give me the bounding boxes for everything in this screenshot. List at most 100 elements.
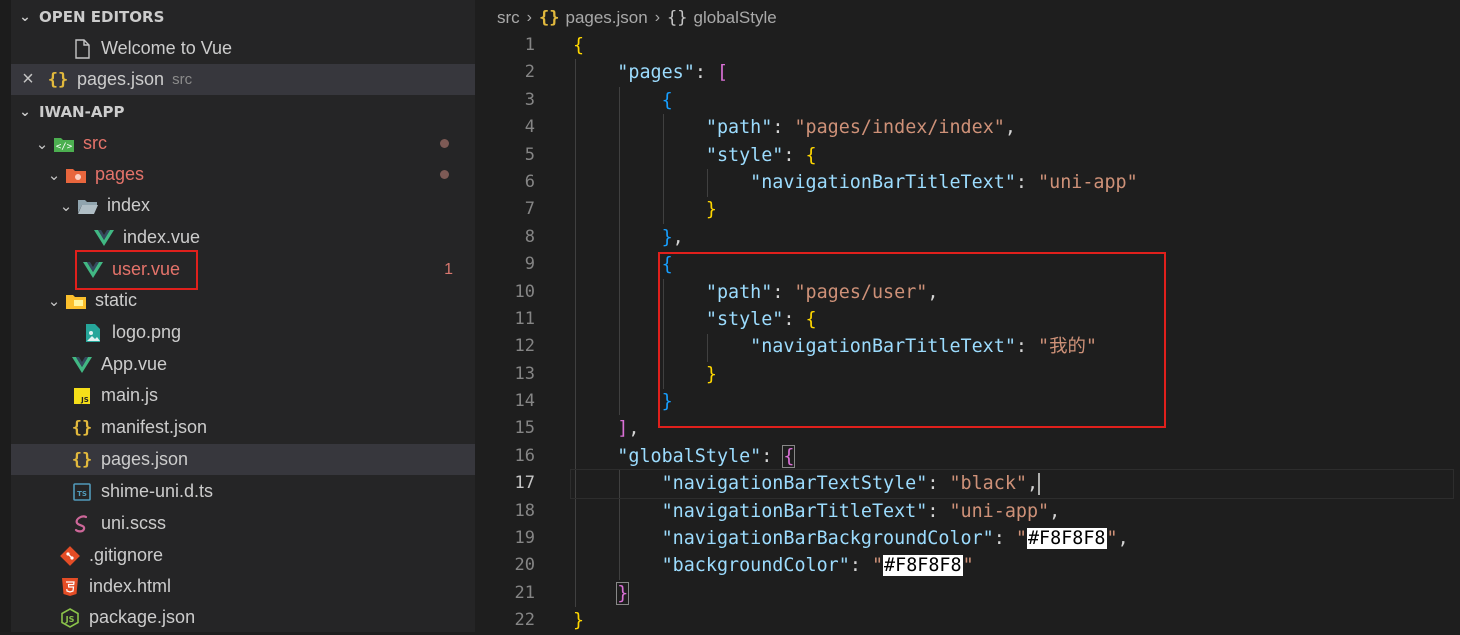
tree-label: main.js	[101, 385, 159, 405]
modified-dot	[440, 170, 449, 179]
svg-text:JS: JS	[80, 396, 89, 404]
folder-open-icon	[75, 195, 101, 217]
color-value-highlight: #F8F8F8	[1026, 528, 1107, 550]
json-icon: {}	[71, 449, 93, 470]
tree-label: package.json	[89, 607, 196, 627]
line-number: 4	[524, 117, 535, 138]
chevron-down-icon: ⌄	[19, 104, 31, 120]
vue-icon	[91, 227, 117, 249]
line-number: 15	[514, 418, 535, 439]
code-line-current: "navigationBarTextStyle": "black",	[570, 469, 1454, 499]
line-number: 22	[514, 610, 535, 631]
code-lines[interactable]: { "pages": [ { "path": "pages/index/inde…	[570, 32, 1460, 635]
json-key: "path"	[705, 117, 773, 139]
tree-label: src	[83, 133, 107, 153]
modified-dot	[440, 139, 449, 148]
breadcrumb-item[interactable]: globalStyle	[694, 8, 777, 28]
json-key: "navigationBarTextStyle"	[661, 473, 928, 495]
tree-label: index.html	[89, 576, 172, 596]
json-value: "pages/user"	[794, 281, 928, 303]
tree-label: logo.png	[112, 322, 182, 342]
code-line: ],	[617, 418, 640, 440]
tree-item-main-js[interactable]: JS main.js	[11, 380, 475, 411]
tree-label: uni.scss	[101, 513, 167, 533]
problem-count-badge: 1	[444, 260, 453, 278]
code-line: "style": {	[705, 144, 817, 166]
json-value: "uni-app"	[1038, 171, 1138, 193]
code-line: "navigationBarTitleText": "uni-app"	[750, 171, 1138, 193]
close-icon[interactable]: ×	[11, 68, 45, 91]
tree-item-logo-png[interactable]: logo.png	[11, 317, 475, 348]
code-line: }	[705, 363, 717, 385]
json-key: "navigationBarTitleText"	[661, 500, 928, 522]
tree-item-uni-scss[interactable]: uni.scss	[11, 508, 475, 539]
javascript-icon: JS	[69, 385, 95, 407]
line-number: 11	[514, 308, 535, 329]
open-editor-pages-json[interactable]: × {} pages.json src	[11, 64, 475, 95]
breadcrumb: src › {} pages.json › {} globalStyle	[497, 6, 777, 30]
vue-icon	[80, 259, 106, 281]
chevron-down-icon: ⌄	[47, 292, 61, 310]
folder-src-icon: </>	[51, 133, 77, 155]
code-line: "path": "pages/user",	[705, 281, 939, 303]
tree-item-src[interactable]: ⌄ </> src	[11, 128, 475, 159]
tree-label: pages	[95, 164, 145, 184]
json-key: "backgroundColor"	[661, 555, 850, 577]
tree-item-index-html[interactable]: index.html	[11, 571, 475, 602]
tree-item-package-json[interactable]: JS package.json	[11, 602, 475, 633]
line-number: 13	[514, 363, 535, 384]
tree-item-gitignore[interactable]: .gitignore	[11, 540, 475, 571]
breadcrumb-item[interactable]: pages.json	[565, 8, 647, 28]
line-number: 2	[524, 62, 535, 83]
tree-item-pages[interactable]: ⌄ pages	[11, 159, 475, 190]
tree-item-pages-json[interactable]: {} pages.json	[11, 444, 475, 475]
chevron-down-icon: ⌄	[35, 135, 49, 153]
tree-item-index-vue[interactable]: index.vue	[11, 222, 475, 253]
tree-label: static	[95, 290, 138, 310]
line-number: 3	[524, 89, 535, 110]
open-editor-label: Welcome to Vue	[101, 38, 233, 58]
project-header[interactable]: ⌄ IWAN-APP	[11, 97, 475, 127]
color-value-highlight: #F8F8F8	[883, 555, 963, 577]
tree-item-app-vue[interactable]: App.vue	[11, 349, 475, 380]
open-editor-label: pages.json	[77, 69, 165, 89]
tree-item-manifest-json[interactable]: {} manifest.json	[11, 412, 475, 443]
git-icon	[57, 545, 83, 567]
nodejs-icon: JS	[57, 607, 83, 629]
line-number: 21	[514, 582, 535, 603]
folder-static-icon	[63, 290, 89, 312]
json-key: "navigationBarBackgroundColor"	[661, 528, 994, 550]
tree-item-static[interactable]: ⌄ static	[11, 285, 475, 316]
line-number: 9	[524, 254, 535, 275]
json-key: "path"	[705, 281, 773, 303]
chevron-down-icon: ⌄	[19, 9, 31, 25]
tree-label: manifest.json	[101, 417, 208, 437]
json-key: "navigationBarTitleText"	[750, 336, 1016, 358]
code-line: "navigationBarBackgroundColor": "#F8F8F8…	[661, 528, 1129, 550]
open-editors-header[interactable]: ⌄ OPEN EDITORS	[11, 2, 475, 32]
line-number: 10	[514, 281, 535, 302]
tree-item-shime-uni-dts[interactable]: TS shime-uni.d.ts	[11, 476, 475, 507]
code-line: }	[616, 581, 630, 605]
line-number: 12	[514, 336, 535, 357]
line-number: 1	[524, 35, 535, 55]
code-line: }	[661, 391, 673, 413]
tree-label: index.vue	[123, 227, 201, 247]
open-editor-welcome[interactable]: Welcome to Vue	[11, 33, 475, 64]
tree-item-user-vue[interactable]: user.vue 1	[11, 254, 475, 285]
code-line: {	[661, 254, 673, 276]
html-icon	[57, 576, 83, 598]
line-number: 5	[524, 144, 535, 165]
json-key: "style"	[705, 144, 784, 166]
text-cursor	[1038, 473, 1041, 496]
breadcrumb-item[interactable]: src	[497, 8, 520, 28]
open-editors-title: OPEN EDITORS	[39, 8, 165, 26]
json-key: "navigationBarTitleText"	[750, 171, 1016, 193]
line-number: 7	[524, 199, 535, 220]
code-editor[interactable]: src › {} pages.json › {} globalStyle 1 2…	[475, 0, 1460, 632]
tree-label: user.vue	[112, 259, 181, 279]
code-line: "navigationBarTitleText": "我的"	[750, 336, 1097, 358]
code-line: "path": "pages/index/index",	[705, 117, 1016, 139]
tree-item-index-folder[interactable]: ⌄ index	[11, 190, 475, 221]
code-line: }	[705, 199, 717, 221]
